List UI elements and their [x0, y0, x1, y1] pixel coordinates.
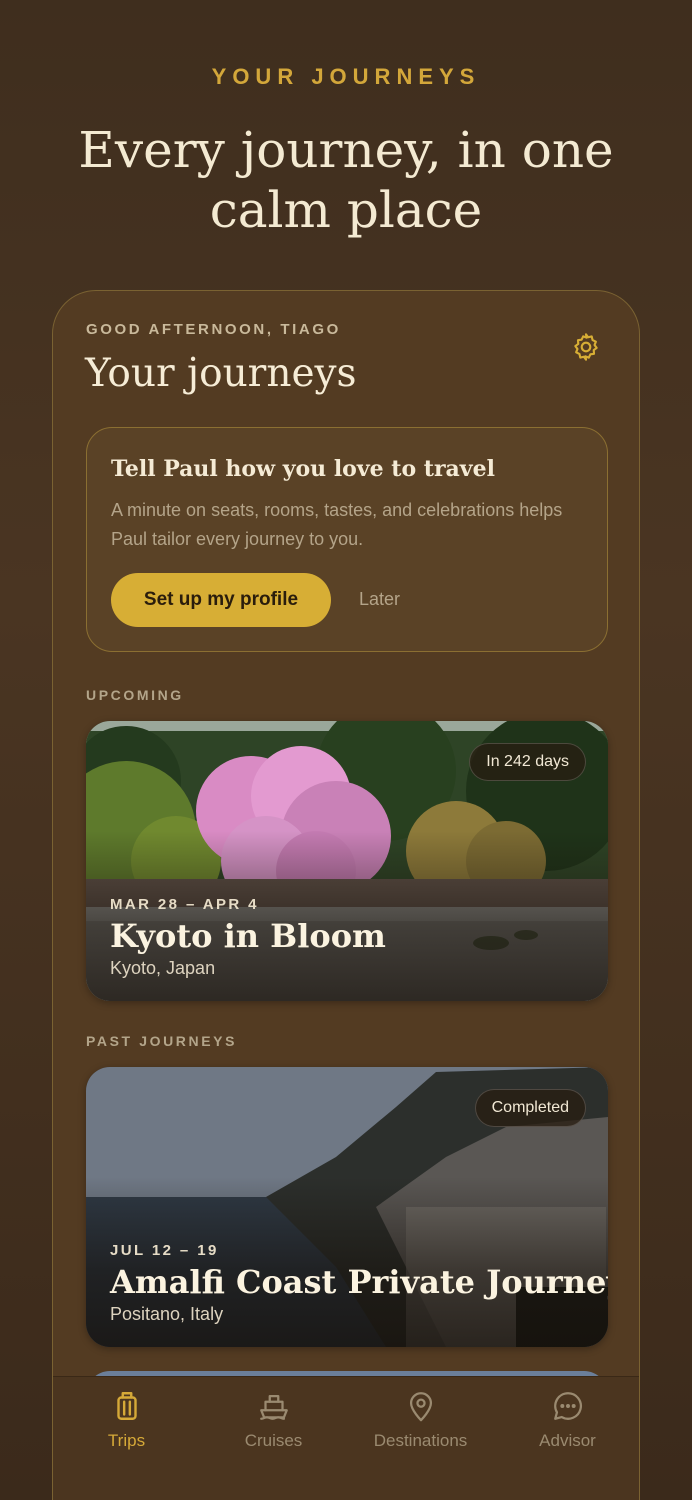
trip-card-amalfi[interactable]: Completed JUL 12 – 19 Amalfi Coast Priva… [86, 1067, 608, 1347]
map-pin-icon [409, 1392, 432, 1422]
countdown-badge: In 242 days [469, 743, 586, 781]
chat-bubble-icon [553, 1392, 582, 1420]
profile-prompt-title: Tell Paul how you love to travel [111, 456, 495, 482]
trip-name: Amalfi Coast Private Journey [110, 1263, 608, 1301]
eyebrow-label: YOUR JOURNEYS [211, 64, 481, 89]
trip-place: Positano, Italy [110, 1304, 224, 1324]
tab-destinations[interactable]: Destinations [347, 1389, 494, 1451]
bottom-tab-bar: Trips Cruises Destinations Advisor [53, 1376, 639, 1500]
tab-cruises[interactable]: Cruises [200, 1389, 347, 1451]
setup-profile-button[interactable]: Set up my profile [111, 573, 331, 627]
phone-screen: GOOD AFTERNOON, TIAGO Your journeys Tell… [52, 290, 640, 1500]
tab-label: Destinations [373, 1431, 468, 1450]
greeting-text: GOOD AFTERNOON, TIAGO [86, 321, 341, 338]
past-section-label: PAST JOURNEYS [86, 1033, 238, 1049]
trip-place: Kyoto, Japan [110, 958, 216, 978]
tab-label: Advisor [539, 1431, 596, 1450]
trip-dates: JUL 12 – 19 [110, 1242, 219, 1259]
later-button[interactable]: Later [359, 589, 400, 610]
suitcase-icon [116, 1392, 137, 1420]
hero-title: Every journey, in one calm place [78, 121, 614, 239]
profile-prompt-card: Tell Paul how you love to travel A minut… [86, 427, 608, 652]
tab-label: Cruises [244, 1431, 303, 1450]
tab-advisor[interactable]: Advisor [494, 1389, 639, 1451]
gear-icon[interactable] [570, 331, 602, 363]
profile-prompt-description: A minute on seats, rooms, tastes, and ce… [111, 500, 563, 549]
trip-card-kyoto[interactable]: In 242 days MAR 28 – APR 4 Kyoto in Bloo… [86, 721, 608, 1001]
page-title: Your journeys [85, 351, 357, 396]
ship-icon [259, 1394, 288, 1420]
trip-dates: MAR 28 – APR 4 [110, 896, 259, 913]
tab-label: Trips [107, 1431, 146, 1450]
trip-name: Kyoto in Bloom [110, 917, 386, 955]
upcoming-section-label: UPCOMING [86, 687, 184, 703]
tab-trips[interactable]: Trips [53, 1389, 200, 1451]
status-badge: Completed [474, 1089, 586, 1127]
